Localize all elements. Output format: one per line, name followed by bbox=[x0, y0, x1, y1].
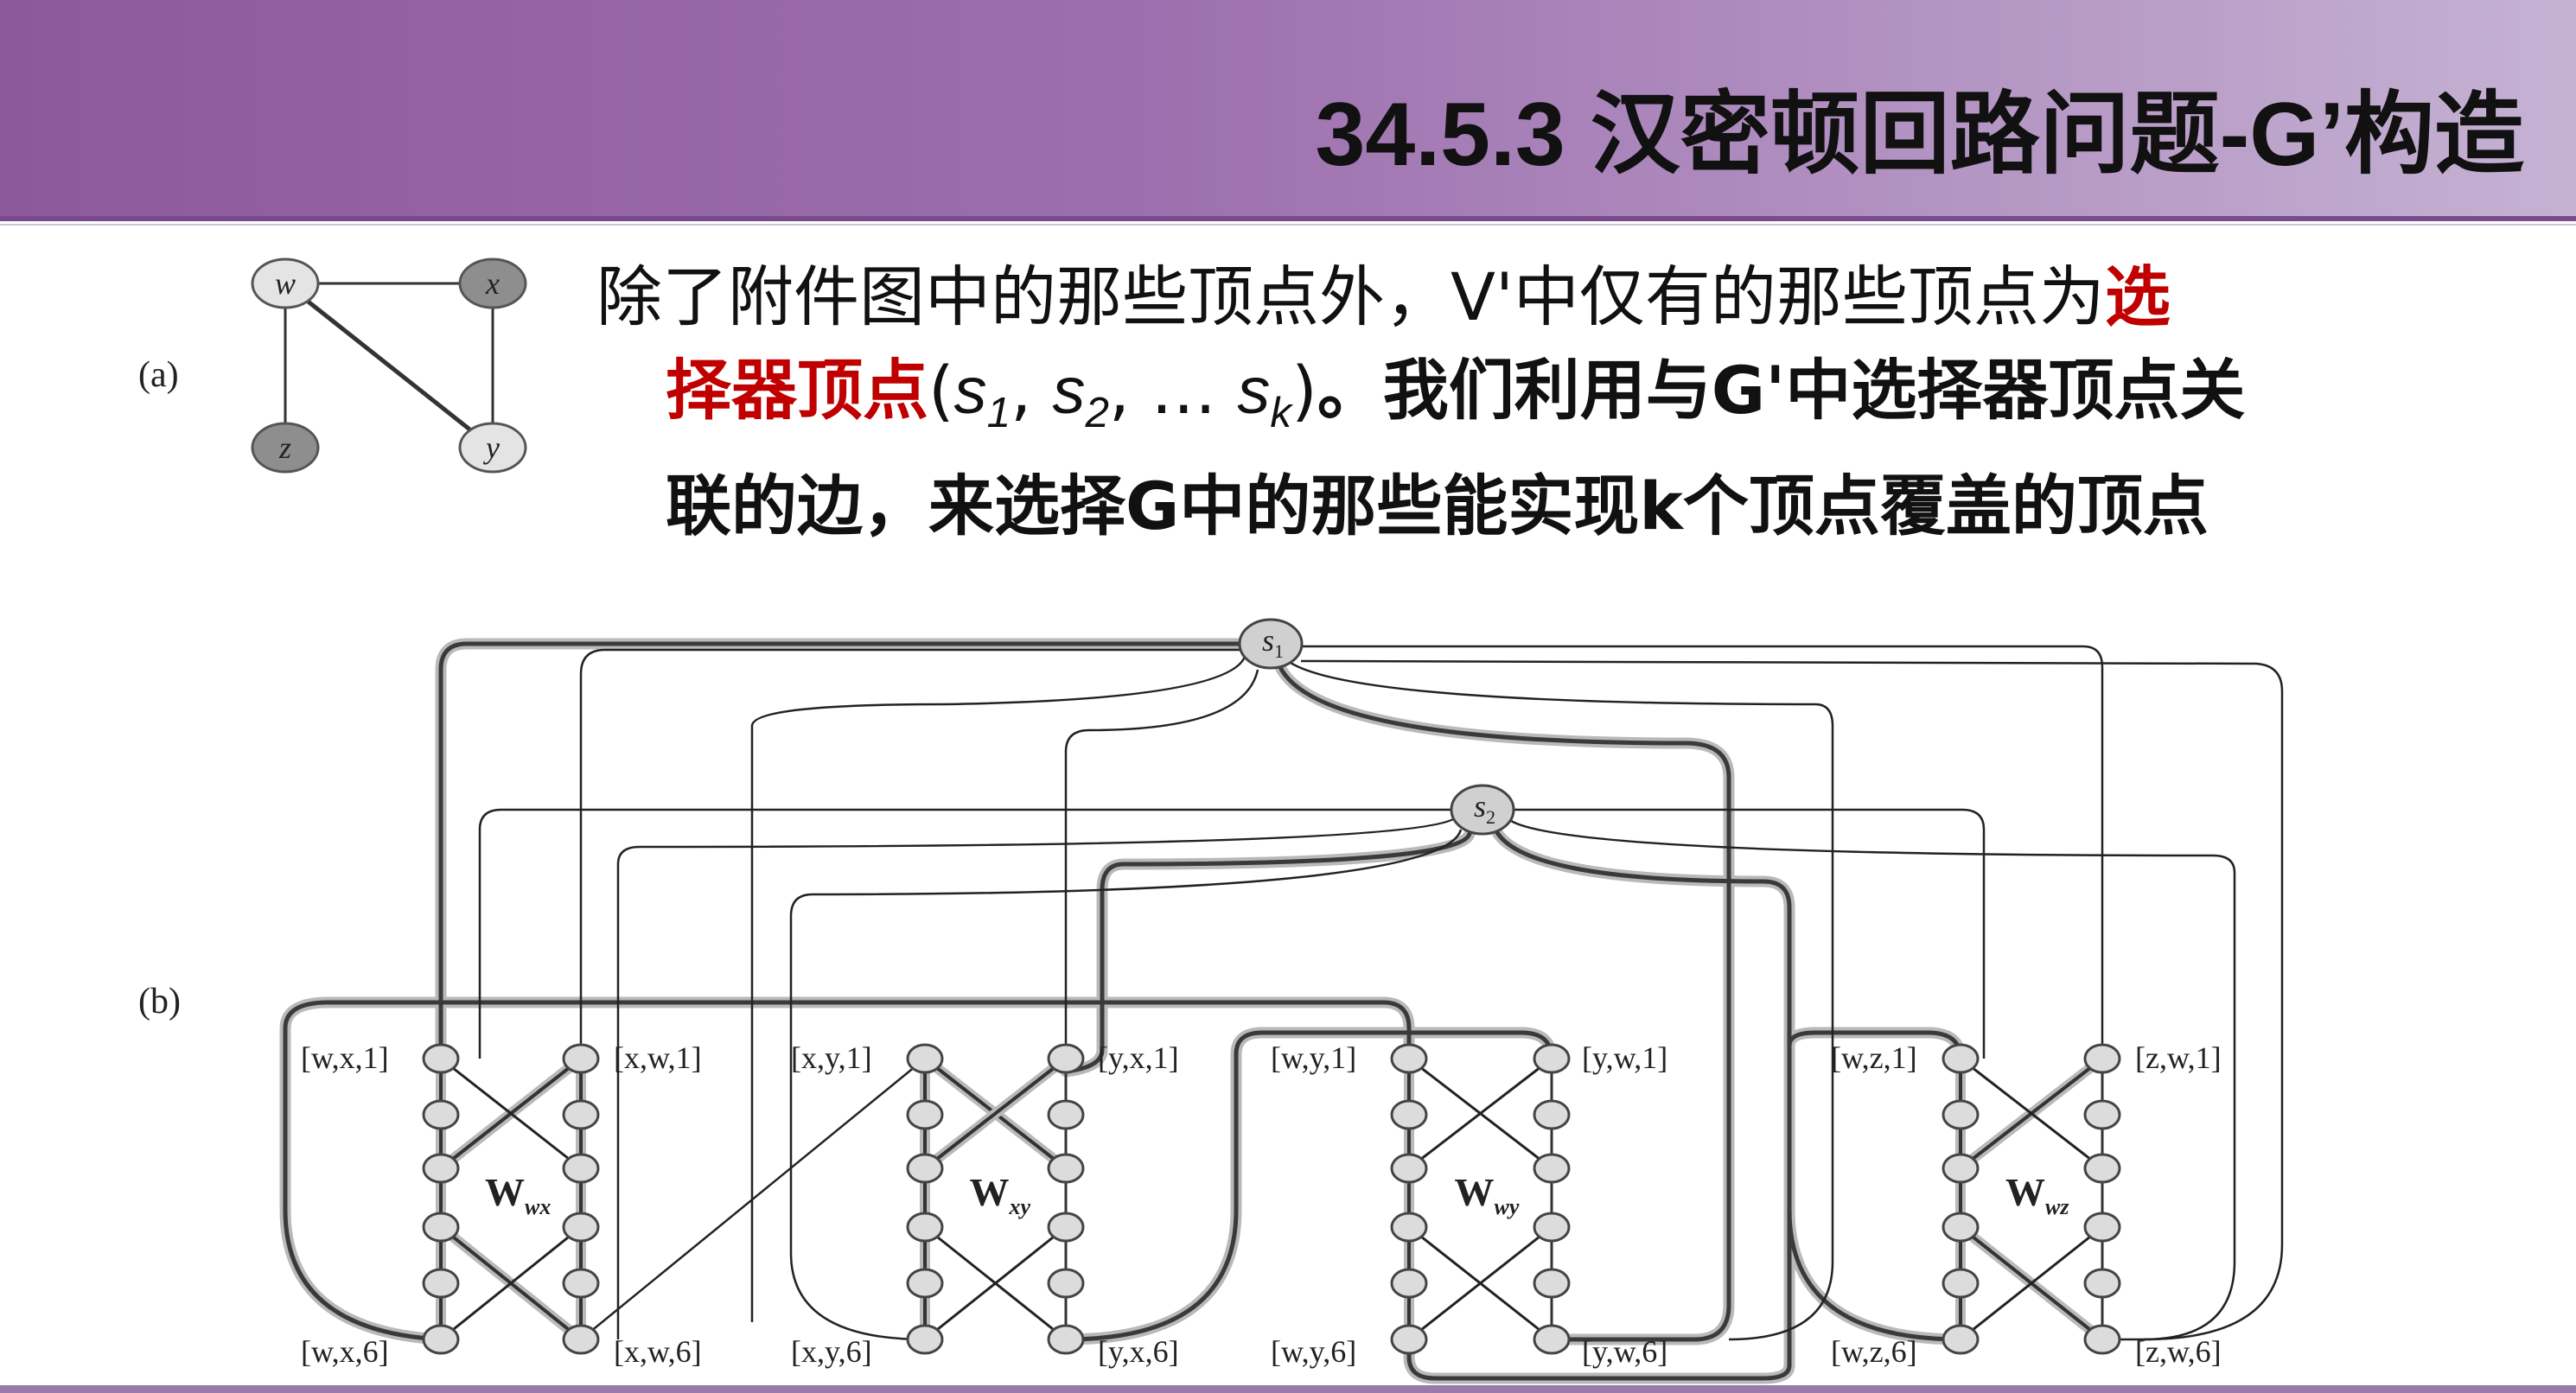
widget-link bbox=[1787, 1030, 1963, 1342]
widget-vertex bbox=[1390, 1043, 1428, 1074]
widget-vertex bbox=[1047, 1268, 1085, 1299]
widget-vertex bbox=[906, 1324, 944, 1355]
widget-vertex bbox=[1533, 1268, 1571, 1299]
widget-vertex bbox=[1942, 1043, 1980, 1074]
widget-vertex bbox=[1942, 1212, 1980, 1243]
widget-vertex bbox=[1390, 1324, 1428, 1355]
widget-vertex bbox=[562, 1153, 600, 1184]
widget-vertex bbox=[1533, 1153, 1571, 1184]
widget-vertex bbox=[422, 1324, 460, 1355]
selector-edge bbox=[478, 808, 1452, 1059]
widget-vertex bbox=[2083, 1324, 2121, 1355]
widget-vertex bbox=[906, 1099, 944, 1130]
widget-label: Wwy bbox=[1455, 1170, 1520, 1219]
widget-vertex bbox=[906, 1268, 944, 1299]
vertex-label-bottom: [y,w,6] bbox=[1582, 1334, 1667, 1369]
widget-label: Wwz bbox=[2005, 1170, 2069, 1219]
widget-vertex bbox=[1533, 1099, 1571, 1130]
widget-vertex bbox=[2083, 1212, 2121, 1243]
widget-label-subscript: wz bbox=[2045, 1194, 2069, 1219]
vertex-label-top: [x,y,1] bbox=[791, 1040, 872, 1075]
widget-vertex bbox=[1942, 1268, 1980, 1299]
widget-vertex bbox=[2083, 1043, 2121, 1074]
widget-vertex bbox=[562, 1043, 600, 1074]
vertex-label-bottom: [w,y,6] bbox=[1271, 1334, 1356, 1369]
selector-edge bbox=[789, 829, 1463, 1341]
widget-label-subscript: wx bbox=[525, 1194, 551, 1219]
widget-vertex bbox=[1533, 1324, 1571, 1355]
selector-edge bbox=[1513, 808, 1986, 1059]
vertex-label-bottom: [z,w,6] bbox=[2135, 1334, 2222, 1369]
widget-vertex bbox=[422, 1153, 460, 1184]
widget-label-subscript: wy bbox=[1495, 1194, 1520, 1219]
widget-vertex bbox=[422, 1099, 460, 1130]
widget-vertex bbox=[1942, 1324, 1980, 1355]
widget-vertex bbox=[1533, 1043, 1571, 1074]
widget-vertex bbox=[1390, 1212, 1428, 1243]
footer-strip bbox=[0, 1385, 2576, 1393]
widget-vertex bbox=[562, 1324, 600, 1355]
widget-vertex bbox=[1390, 1153, 1428, 1184]
vertex-label-bottom: [w,z,6] bbox=[1831, 1334, 1917, 1369]
widget-vertex bbox=[562, 1099, 600, 1130]
widget-vertex bbox=[2083, 1099, 2121, 1130]
widget-label: Wxy bbox=[970, 1170, 1031, 1219]
selector-label-subscript: 2 bbox=[1486, 806, 1495, 828]
vertex-label-bottom: [x,y,6] bbox=[791, 1334, 872, 1369]
widget-vertex bbox=[1942, 1099, 1980, 1130]
widget-vertex bbox=[906, 1212, 944, 1243]
widget-vertex bbox=[562, 1212, 600, 1243]
widget-label-subscript: xy bbox=[1009, 1194, 1031, 1219]
widget-vertex bbox=[1047, 1324, 1085, 1355]
widget-vertex bbox=[422, 1043, 460, 1074]
vertex-label-bottom: [w,x,6] bbox=[301, 1334, 389, 1369]
widget-vertex bbox=[1533, 1212, 1571, 1243]
widget-vertex bbox=[906, 1153, 944, 1184]
vertex-label-top: [w,x,1] bbox=[301, 1040, 389, 1075]
selector-label-subscript: 1 bbox=[1274, 640, 1284, 662]
widget-vertex bbox=[1047, 1043, 1085, 1074]
vertex-label-top: [x,w,1] bbox=[614, 1040, 702, 1075]
vertex-label-bottom: [y,x,6] bbox=[1098, 1334, 1179, 1369]
widget-vertex bbox=[2083, 1268, 2121, 1299]
vertex-label-top: [w,y,1] bbox=[1271, 1040, 1356, 1075]
widget-vertex bbox=[2083, 1153, 2121, 1184]
widget-vertex bbox=[906, 1043, 944, 1074]
widget-vertex bbox=[422, 1212, 460, 1243]
vertex-label-top: [y,w,1] bbox=[1582, 1040, 1667, 1075]
vertex-label-top: [y,x,1] bbox=[1098, 1040, 1179, 1075]
graph-g-prime-diagram: Wwx Wxy Wwy Wwzs1s2[w,x,1][w,x,6][x,w,1][x,… bbox=[279, 618, 2284, 1384]
selector-edge bbox=[750, 656, 1247, 1322]
widget-vertex bbox=[1390, 1268, 1428, 1299]
selector-edge bbox=[1508, 818, 2236, 1341]
widget-vertex bbox=[1942, 1153, 1980, 1184]
vertex-label-top: [w,z,1] bbox=[1831, 1040, 1917, 1075]
widget-vertex bbox=[1047, 1099, 1085, 1130]
widget-vertex bbox=[1047, 1212, 1085, 1243]
vertex-label-bottom: [x,w,6] bbox=[614, 1334, 702, 1369]
widget-vertex bbox=[1390, 1099, 1428, 1130]
widget-vertex bbox=[1047, 1153, 1085, 1184]
widget-label: Wwx bbox=[485, 1170, 551, 1219]
widget-vertex bbox=[422, 1268, 460, 1299]
widget-vertex bbox=[562, 1268, 600, 1299]
vertex-label-top: [z,w,1] bbox=[2135, 1040, 2222, 1075]
